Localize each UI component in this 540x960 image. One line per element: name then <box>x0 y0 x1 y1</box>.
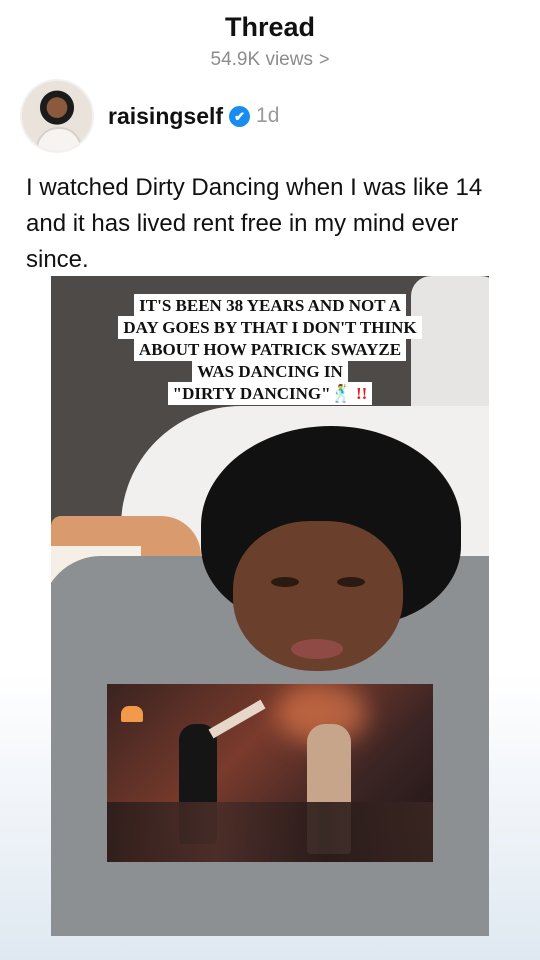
post-time: 1d <box>256 104 280 127</box>
avatar-figure <box>36 127 82 151</box>
dancer-emoji-icon: 🕺 <box>330 384 352 403</box>
dancer-arm <box>208 699 266 739</box>
views-count: 54.9K views <box>210 49 313 70</box>
username[interactable]: raisingself <box>108 103 223 130</box>
face <box>233 521 403 671</box>
verified-badge-icon: ✔ <box>229 105 251 127</box>
post-author-row: raisingself ✔ 1d <box>20 78 279 154</box>
double-exclamation-icon: !! <box>356 384 368 403</box>
caption-line: ABOUT HOW PATRICK SWAYZE <box>133 338 407 361</box>
left-eye <box>271 577 299 587</box>
chevron-right-icon: > <box>318 49 330 69</box>
post-image[interactable]: IT'S BEEN 38 YEARS AND NOT A DAY GOES BY… <box>51 276 489 936</box>
lips <box>291 639 343 659</box>
caption-line: WAS DANCING IN <box>192 360 348 383</box>
caption-movie-title: "DIRTY DANCING" <box>172 384 331 403</box>
caption-line: IT'S BEEN 38 YEARS AND NOT A <box>134 294 406 317</box>
caption-line: DAY GOES BY THAT I DON'T THINK <box>118 316 422 339</box>
image-caption: IT'S BEEN 38 YEARS AND NOT A DAY GOES BY… <box>51 294 489 405</box>
dance-scene-inset <box>107 684 433 862</box>
caption-line-last: "DIRTY DANCING"🕺 !! <box>167 382 373 405</box>
post-text: I watched Dirty Dancing when I was like … <box>26 174 483 273</box>
thread-screen: Thread 54.9K views > raisingself ✔ 1d I w… <box>0 0 540 960</box>
avatar[interactable] <box>20 79 94 153</box>
lamp <box>121 706 143 722</box>
right-eye <box>337 577 365 587</box>
thread-header: Thread 54.9K views > <box>0 12 540 71</box>
crowd <box>107 802 433 862</box>
page-title: Thread <box>224 12 316 42</box>
views-link[interactable]: 54.9K views > <box>211 49 330 71</box>
